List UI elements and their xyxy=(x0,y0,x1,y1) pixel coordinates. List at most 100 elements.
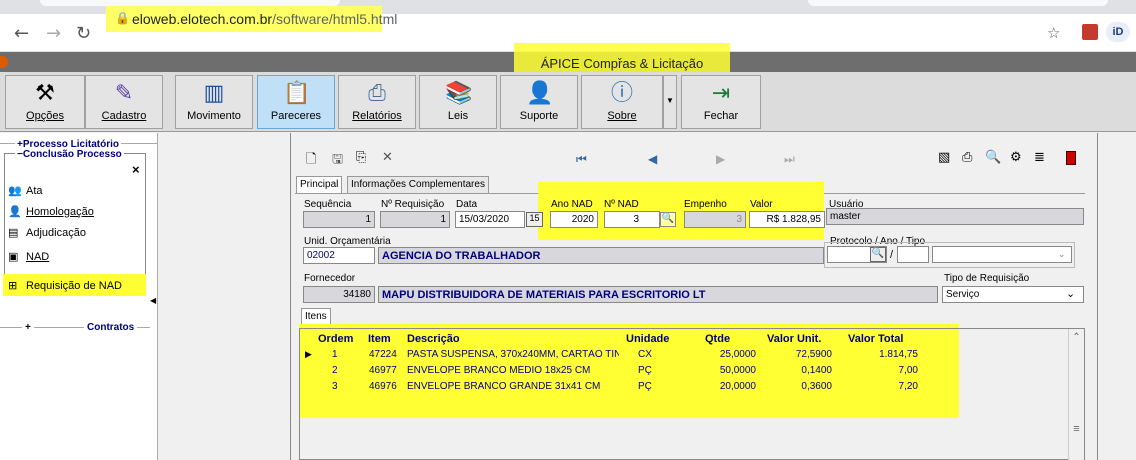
id-extension-icon[interactable]: iD xyxy=(1106,22,1130,42)
table-row[interactable]: 3 46976 ENVELOPE BRANCO GRANDE 31x41 CM … xyxy=(316,381,936,395)
group-contratos[interactable]: Contratos xyxy=(84,322,138,333)
col-unidade[interactable]: Unidade xyxy=(626,333,669,345)
tab-informacoes-complementares[interactable]: Informações Complementares xyxy=(347,176,489,194)
spacer xyxy=(163,133,289,460)
copy-icon[interactable]: ⎘ xyxy=(356,150,366,165)
back-icon[interactable]: ← xyxy=(14,23,29,44)
cell-unidade: PÇ xyxy=(638,365,652,376)
empenho-field[interactable]: 3 xyxy=(684,211,746,228)
last-record-icon[interactable]: ⏭ xyxy=(784,152,795,167)
sidebar-item-requisicao-nad[interactable]: ⊞ Requisição de NAD xyxy=(8,279,122,292)
cell-valor-total: 7,20 xyxy=(898,381,918,392)
col-valor-unit[interactable]: Valor Unit. xyxy=(767,333,821,345)
chevron-down-icon[interactable]: ⌄ xyxy=(1066,287,1075,300)
group-contratos-toggle[interactable]: + xyxy=(22,322,34,333)
sidebar-item-adjudicacao[interactable]: ▤ Adjudicação xyxy=(8,226,86,239)
exit-door-icon[interactable] xyxy=(1066,151,1076,165)
pareceres-button[interactable]: 📋 Pareceres xyxy=(257,75,335,129)
pdf-extension-icon[interactable] xyxy=(1082,24,1098,40)
scroll-grip-icon[interactable]: ≡ xyxy=(1069,423,1084,435)
nreq-field[interactable]: 1 xyxy=(380,211,450,228)
books-icon: 📚 xyxy=(445,81,473,106)
url-path: /software/html5.html xyxy=(272,11,398,27)
bug-icon[interactable]: ⚙ xyxy=(1010,150,1022,165)
chart-icon: ▥ xyxy=(203,81,225,106)
search-icon[interactable]: 🔍 xyxy=(985,150,1001,165)
tools-icon: ⚒ xyxy=(35,81,55,106)
search-nad-icon[interactable]: 🔍 xyxy=(660,212,676,227)
col-valor-total[interactable]: Valor Total xyxy=(848,333,903,345)
col-item[interactable]: Item xyxy=(368,333,391,345)
data-field[interactable]: 15/03/2020 xyxy=(455,211,525,228)
previous-record-icon[interactable]: ◀ xyxy=(648,152,657,166)
sidebar-item-label: Homologação xyxy=(26,206,94,218)
next-record-icon[interactable]: ▶ xyxy=(716,152,725,166)
n-nad-field[interactable]: 3 xyxy=(604,211,660,228)
table-row[interactable]: 2 46977 ENVELOPE BRANCO MÉDIO 18x25 CM P… xyxy=(316,365,936,379)
print-icon[interactable]: ⎙ xyxy=(962,150,972,165)
calendar-icon[interactable]: 15 xyxy=(526,212,543,227)
fechar-button[interactable]: ⇥ Fechar xyxy=(681,75,761,129)
protocolo-ano-field[interactable] xyxy=(897,246,929,263)
collapse-left-icon[interactable]: ◀ xyxy=(150,296,156,305)
user-check-icon: 👤 xyxy=(8,205,22,218)
dropdown-arrow-icon: ▼ xyxy=(666,96,674,105)
table-row[interactable]: 1 47224 PASTA SUSPENSA, 370x240MM, CARTÃ… xyxy=(316,349,936,363)
cadastro-button[interactable]: ✎ Cadastro xyxy=(85,75,163,129)
grid-scrollbar[interactable]: ⌃ ≡ xyxy=(1068,329,1084,460)
first-record-icon[interactable]: ⏮ xyxy=(576,152,587,167)
sobre-button[interactable]: ⓘ Sobre xyxy=(581,75,663,129)
label-fornecedor: Fornecedor xyxy=(304,273,356,284)
ano-nad-field[interactable]: 2020 xyxy=(550,211,598,228)
cell-valor-total: 1.814,75 xyxy=(879,349,918,360)
sobre-dropdown-button[interactable]: ▼ xyxy=(663,75,677,129)
col-descricao[interactable]: Descrição xyxy=(407,333,460,345)
suporte-button[interactable]: 👤 Suporte xyxy=(500,75,578,129)
leis-button[interactable]: 📚 Leis xyxy=(419,75,497,129)
tab-principal[interactable]: Principal xyxy=(296,176,343,194)
sidebar-item-ata[interactable]: 👥 Ata xyxy=(8,184,43,197)
sobre-label: Sobre xyxy=(607,110,637,122)
filter-icon[interactable]: ≣ xyxy=(1034,150,1045,165)
relatorios-button[interactable]: ⎙ Relatórios xyxy=(338,75,416,129)
collapse-chevron-icon[interactable]: ⌄ xyxy=(616,52,624,63)
cell-item: 46976 xyxy=(369,381,397,392)
protocolo-tipo-select[interactable] xyxy=(932,246,1072,263)
scroll-up-icon[interactable]: ⌃ xyxy=(1069,332,1084,343)
tipo-requisicao-select[interactable]: Serviço xyxy=(942,286,1084,303)
group-conclusao-processo[interactable]: −Conclusão Processo xyxy=(15,149,124,160)
sidebar-item-nad[interactable]: ▣ NAD xyxy=(8,250,49,263)
options-button[interactable]: ⚒ Opções xyxy=(5,75,85,129)
sidebar-item-label: Ata xyxy=(26,185,43,197)
new-record-icon[interactable]: 🗋 xyxy=(306,150,316,172)
cell-unidade: CX xyxy=(638,349,652,360)
save-icon[interactable]: 🖫 xyxy=(332,150,343,172)
fornecedor-code-field[interactable]: 34180 xyxy=(303,286,375,303)
search-protocolo-icon[interactable]: 🔍 xyxy=(870,247,886,262)
cell-descricao: ENVELOPE BRANCO MÉDIO 18x25 CM xyxy=(407,365,591,376)
cancel-icon[interactable]: ✕ xyxy=(382,150,393,165)
browser-tab[interactable] xyxy=(808,0,1108,6)
forward-icon[interactable]: → xyxy=(46,23,61,44)
sidebar-item-homologacao[interactable]: 👤 Homologação xyxy=(8,205,94,218)
sequencia-field[interactable]: 1 xyxy=(303,211,375,228)
col-ordem[interactable]: Ordem xyxy=(318,333,353,345)
export-icon[interactable]: ▧ xyxy=(938,150,950,165)
clipboard-icon: 📋 xyxy=(283,81,311,106)
reload-icon[interactable]: ↻ xyxy=(76,23,91,44)
usuario-field[interactable]: master xyxy=(826,208,1084,225)
fornecedor-name-field[interactable]: MAPU DISTRIBUIDORA DE MATERIAIS PARA ESC… xyxy=(378,286,938,303)
label-sequencia: Sequência xyxy=(304,199,352,210)
movimento-button[interactable]: ▥ Movimento xyxy=(175,75,253,129)
close-icon[interactable]: × xyxy=(132,162,140,177)
star-icon[interactable]: ☆ xyxy=(1047,24,1060,42)
unid-code-field[interactable]: 02002 xyxy=(303,247,375,264)
url-text[interactable]: eloweb.elotech.com.br/software/html5.htm… xyxy=(132,11,397,27)
label-n-nad: Nº NAD xyxy=(604,199,639,210)
protocolo-slash: / xyxy=(890,249,894,261)
cell-descricao: ENVELOPE BRANCO GRANDE 31x41 CM xyxy=(407,381,601,392)
valor-field[interactable]: R$ 1.828,95 xyxy=(749,211,825,228)
cell-qtde: 25,0000 xyxy=(719,349,756,360)
unid-name-field[interactable]: AGENCIA DO TRABALHADOR xyxy=(378,247,824,264)
col-qtde[interactable]: Qtde xyxy=(705,333,730,345)
